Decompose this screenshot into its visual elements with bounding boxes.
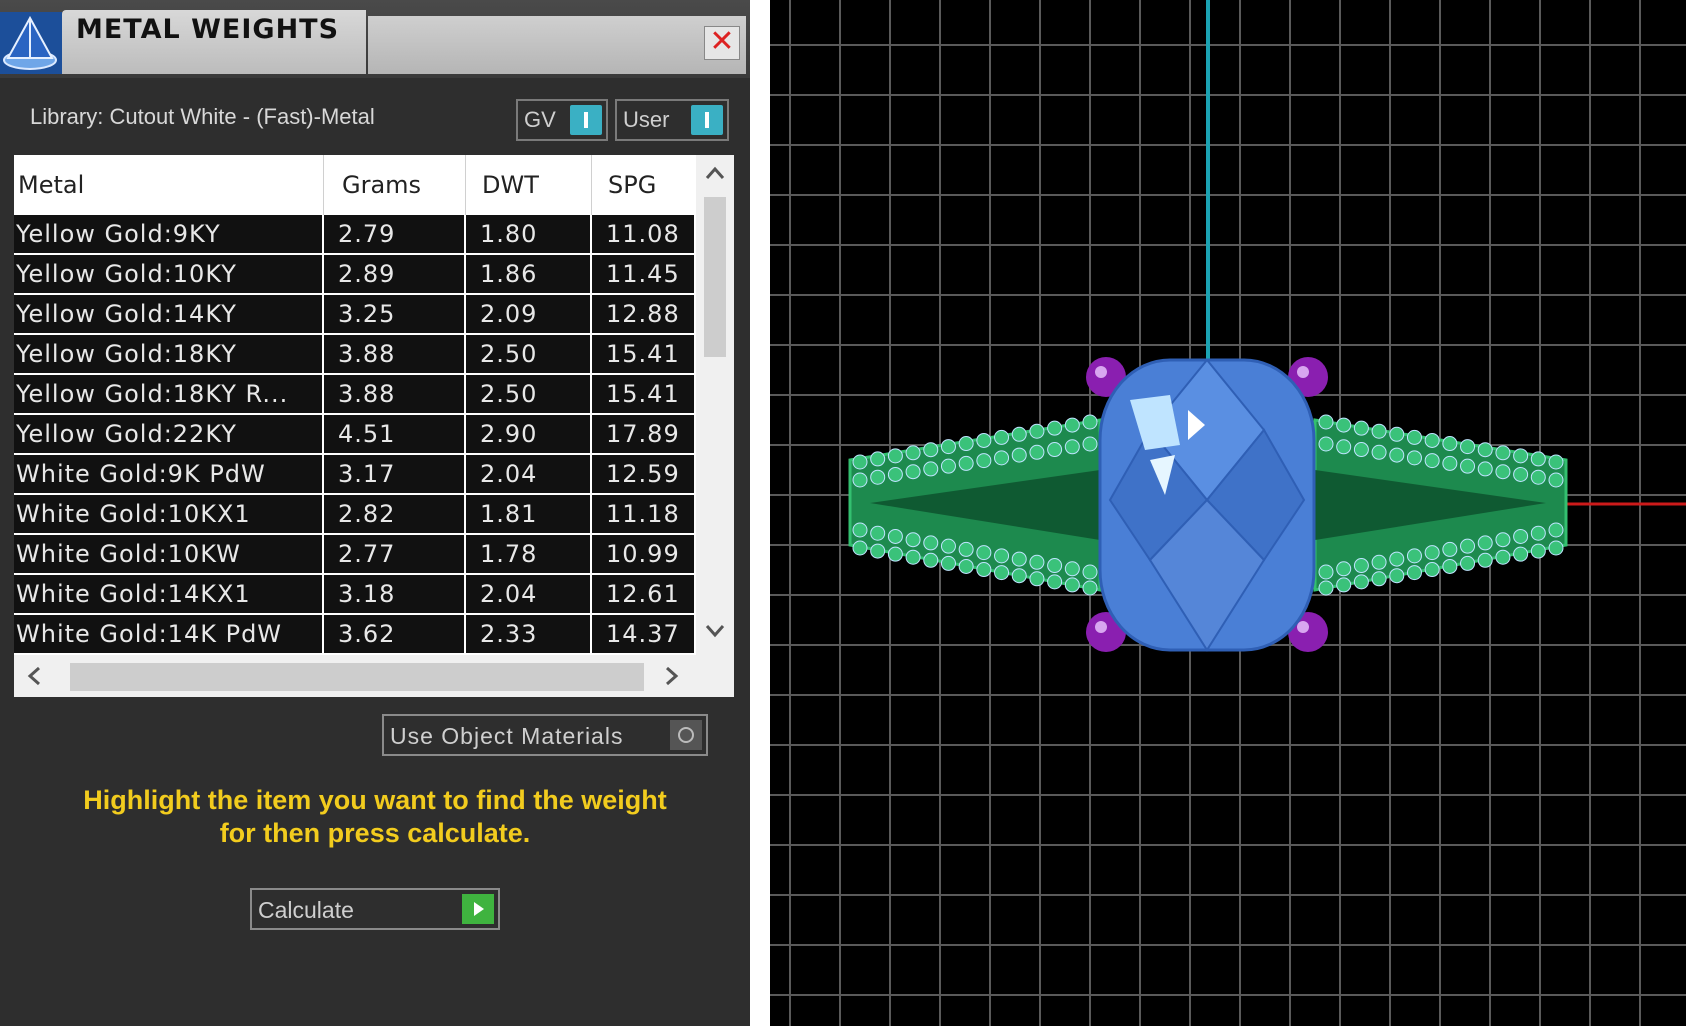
scroll-up-icon[interactable]: [696, 155, 734, 191]
toggle-switch-icon: [691, 105, 723, 135]
vertical-scroll-thumb[interactable]: [704, 197, 726, 357]
cell-grams: 3.17: [324, 455, 464, 493]
column-header-grams[interactable]: Grams: [324, 155, 466, 215]
table-row[interactable]: Yellow Gold:14KY 3.25 2.09 12.88: [14, 295, 694, 335]
cell-grams: 3.62: [324, 615, 464, 653]
cell-spg: 12.59: [592, 455, 694, 493]
calculate-label: Calculate: [258, 897, 354, 923]
cell-dwt: 2.04: [466, 455, 590, 493]
cell-grams: 2.89: [324, 255, 464, 293]
cell-spg: 17.89: [592, 415, 694, 453]
cell-metal: Yellow Gold:22KY: [14, 415, 322, 453]
table-row[interactable]: White Gold:14K PdW 3.62 2.33 14.37: [14, 615, 694, 655]
cell-dwt: 1.86: [466, 255, 590, 293]
instruction-text: Highlight the item you want to find the …: [40, 784, 710, 850]
cell-dwt: 1.81: [466, 495, 590, 533]
cell-spg: 11.08: [592, 215, 694, 253]
cell-grams: 3.25: [324, 295, 464, 333]
cell-dwt: 2.04: [466, 575, 590, 613]
use-object-materials-option[interactable]: Use Object Materials: [382, 714, 708, 756]
horizontal-scroll-thumb[interactable]: [70, 663, 644, 691]
horizontal-scrollbar[interactable]: [14, 655, 734, 697]
panel-divider[interactable]: [750, 0, 770, 1026]
table-row[interactable]: White Gold:10KW 2.77 1.78 10.99: [14, 535, 694, 575]
instruction-line-2: for then press calculate.: [219, 818, 531, 848]
cell-grams: 3.88: [324, 335, 464, 373]
play-icon: [462, 894, 494, 924]
cell-dwt: 2.50: [466, 375, 590, 413]
use-object-materials-label: Use Object Materials: [390, 723, 624, 749]
cell-dwt: 1.78: [466, 535, 590, 573]
table-row[interactable]: Yellow Gold:9KY 2.79 1.80 11.08: [14, 215, 694, 255]
table-body: Yellow Gold:9KY 2.79 1.80 11.08 Yellow Gold:…: [14, 215, 694, 655]
user-toggle-label: User: [623, 107, 670, 132]
cell-dwt: 2.33: [466, 615, 590, 653]
cell-metal: White Gold:10KX1: [14, 495, 322, 533]
cell-grams: 3.88: [324, 375, 464, 413]
ring-model[interactable]: [848, 357, 1568, 652]
title-bar: METAL WEIGHTS ✕: [0, 0, 750, 78]
cell-metal: White Gold:14KX1: [14, 575, 322, 613]
cell-spg: 11.45: [592, 255, 694, 293]
toggle-switch-icon: [570, 105, 602, 135]
gv-toggle-label: GV: [524, 107, 556, 132]
window-title: METAL WEIGHTS: [76, 14, 340, 45]
table-row[interactable]: Yellow Gold:18KY 3.88 2.50 15.41: [14, 335, 694, 375]
table-row[interactable]: Yellow Gold:18KY R... 3.88 2.50 15.41: [14, 375, 694, 415]
table-row[interactable]: White Gold:14KX1 3.18 2.04 12.61: [14, 575, 694, 615]
cell-metal: White Gold:10KW: [14, 535, 322, 573]
cell-metal: White Gold:9K PdW: [14, 455, 322, 493]
cell-grams: 2.82: [324, 495, 464, 533]
column-header-dwt[interactable]: DWT: [466, 155, 592, 215]
scroll-right-icon[interactable]: [652, 655, 692, 697]
cell-spg: 15.41: [592, 375, 694, 413]
table-row[interactable]: Yellow Gold:22KY 4.51 2.90 17.89: [14, 415, 694, 455]
library-label: Library: Cutout White - (Fast)-Metal: [30, 104, 375, 129]
cell-spg: 14.37: [592, 615, 694, 653]
3d-viewport[interactable]: [770, 0, 1686, 1026]
cell-metal: White Gold:14K PdW: [14, 615, 322, 653]
cell-metal: Yellow Gold:18KY: [14, 335, 322, 373]
cell-grams: 2.79: [324, 215, 464, 253]
cell-dwt: 2.90: [466, 415, 590, 453]
instruction-line-1: Highlight the item you want to find the …: [83, 785, 667, 815]
pyramid-app-icon: [0, 12, 62, 74]
cell-grams: 3.18: [324, 575, 464, 613]
cell-metal: Yellow Gold:9KY: [14, 215, 322, 253]
cell-metal: Yellow Gold:18KY R...: [14, 375, 322, 413]
cell-dwt: 1.80: [466, 215, 590, 253]
calculate-button[interactable]: Calculate: [250, 888, 500, 930]
cell-spg: 11.18: [592, 495, 694, 533]
cell-metal: Yellow Gold:14KY: [14, 295, 322, 333]
cell-spg: 10.99: [592, 535, 694, 573]
cell-metal: Yellow Gold:10KY: [14, 255, 322, 293]
cell-dwt: 2.50: [466, 335, 590, 373]
gv-toggle[interactable]: GV: [516, 99, 608, 141]
column-header-spg[interactable]: SPG: [592, 155, 694, 215]
cell-spg: 12.88: [592, 295, 694, 333]
cell-spg: 12.61: [592, 575, 694, 613]
column-header-metal[interactable]: Metal: [14, 155, 324, 215]
table-row[interactable]: White Gold:10KX1 2.82 1.81 11.18: [14, 495, 694, 535]
scroll-down-icon[interactable]: [696, 613, 734, 649]
title-bar-fill: [368, 16, 746, 74]
table-row[interactable]: Yellow Gold:10KY 2.89 1.86 11.45: [14, 255, 694, 295]
viewport-canvas[interactable]: [770, 0, 1686, 1026]
close-button[interactable]: ✕: [704, 26, 740, 60]
table-header: Metal Grams DWT SPG: [14, 155, 694, 215]
cell-grams: 2.77: [324, 535, 464, 573]
cell-grams: 4.51: [324, 415, 464, 453]
scroll-left-icon[interactable]: [14, 655, 54, 697]
radio-icon[interactable]: [670, 720, 702, 750]
cell-spg: 15.41: [592, 335, 694, 373]
cell-dwt: 2.09: [466, 295, 590, 333]
metal-table: Metal Grams DWT SPG Yellow Gold:9KY 2.79 1…: [14, 155, 734, 697]
user-toggle[interactable]: User: [615, 99, 729, 141]
table-row[interactable]: White Gold:9K PdW 3.17 2.04 12.59: [14, 455, 694, 495]
vertical-scrollbar[interactable]: [696, 155, 734, 655]
close-icon: ✕: [709, 24, 735, 59]
metal-weights-panel: METAL WEIGHTS ✕ Library: Cutout White - …: [0, 0, 750, 1026]
